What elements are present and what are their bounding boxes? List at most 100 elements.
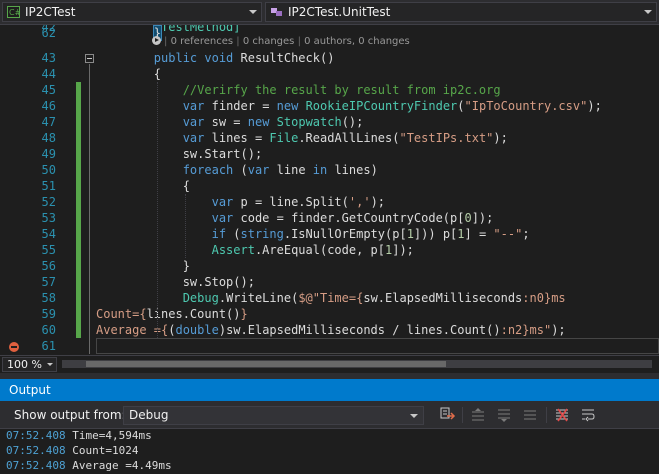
code-line[interactable]: 45 //Verirfy the result by result from i… bbox=[0, 82, 659, 98]
code-line[interactable]: 44 { bbox=[0, 66, 659, 82]
code-token: var bbox=[182, 115, 205, 129]
code-text: var sw = new Stopwatch(); bbox=[96, 114, 364, 130]
code-token: ); bbox=[551, 323, 566, 337]
code-token: ',' bbox=[348, 195, 371, 209]
code-token: Debug bbox=[182, 291, 219, 305]
code-token: code = finder.GetCountryCode(p[ bbox=[233, 211, 465, 225]
code-token: var bbox=[182, 131, 205, 145]
output-toolbar: Show output from: Debug bbox=[0, 401, 659, 429]
code-text: var p = line.Split(','); bbox=[96, 194, 385, 210]
code-token: double bbox=[175, 323, 219, 337]
clear-all-icon[interactable] bbox=[554, 407, 570, 423]
codelens-changes[interactable]: 0 changes bbox=[243, 36, 295, 47]
editor-status-row: 100 % bbox=[0, 355, 659, 373]
code-text: sw.Stop(); bbox=[96, 274, 255, 290]
code-token: ); bbox=[493, 131, 508, 145]
code-token: lines) bbox=[327, 163, 378, 177]
code-line[interactable]: 48 var lines = File.ReadAllLines("TestIP… bbox=[0, 130, 659, 146]
code-token: } bbox=[240, 307, 248, 321]
code-line[interactable]: 47 var sw = new Stopwatch(); bbox=[0, 114, 659, 130]
code-token: :n2}ms" bbox=[500, 323, 552, 337]
class-dropdown[interactable]: IP2CTest.UnitTest bbox=[265, 2, 657, 22]
code-token: ; bbox=[522, 227, 530, 241]
code-editor[interactable]: 42 [TestMethod] 43 public void ResultChec… bbox=[0, 25, 659, 355]
codelens-references[interactable]: 0 references bbox=[171, 36, 234, 47]
output-source-select[interactable]: Debug bbox=[123, 406, 424, 425]
code-line[interactable]: 51 { bbox=[0, 178, 659, 194]
collapse-icon[interactable] bbox=[85, 54, 94, 63]
code-token: ); bbox=[587, 99, 602, 113]
changed-line-marker bbox=[76, 258, 81, 274]
run-test-icon[interactable] bbox=[152, 36, 161, 45]
code-token: var bbox=[247, 163, 270, 177]
output-line: 07:52.408 Count=1024 bbox=[6, 444, 138, 458]
changed-line-marker bbox=[76, 194, 81, 210]
code-token: ( bbox=[457, 99, 465, 113]
chevron-down-icon bbox=[47, 363, 53, 366]
code-token: :n0}ms bbox=[522, 291, 566, 305]
code-line[interactable]: 60 Average ={(double)sw.ElapsedMillisecon… bbox=[0, 322, 659, 338]
horizontal-scrollbar[interactable] bbox=[62, 360, 652, 368]
chevron-down-icon bbox=[644, 10, 652, 14]
code-token: sw.ElapsedMilliseconds bbox=[363, 291, 523, 305]
code-token: ( bbox=[226, 227, 241, 241]
find-message-in-code-icon[interactable] bbox=[440, 407, 456, 423]
code-line[interactable]: 50 foreach (var line in lines) bbox=[0, 162, 659, 178]
code-token: in bbox=[312, 163, 328, 177]
changed-line-marker bbox=[76, 130, 81, 146]
code-token: "--" bbox=[493, 227, 523, 241]
code-line[interactable]: 49 sw.Start(); bbox=[0, 146, 659, 162]
code-token: line bbox=[269, 163, 313, 177]
go-to-next-message-icon[interactable] bbox=[496, 407, 512, 423]
project-dropdown[interactable]: C# IP2CTest bbox=[2, 2, 262, 22]
code-token: File bbox=[269, 131, 299, 145]
code-line[interactable]: 43 public void ResultCheck() bbox=[0, 50, 659, 66]
code-line[interactable]: 57 sw.Stop(); bbox=[0, 274, 659, 290]
code-token: .AreEqual(code, p[ bbox=[254, 243, 385, 257]
output-source-value: Debug bbox=[129, 408, 169, 422]
output-line: 07:52.408 Time=4,594ms bbox=[6, 429, 152, 443]
changed-line-marker bbox=[76, 162, 81, 178]
code-token: var bbox=[182, 99, 205, 113]
go-to-line-icon[interactable] bbox=[522, 407, 538, 423]
code-text: var code = finder.GetCountryCode(p[0]); bbox=[96, 210, 494, 226]
code-token: sw.Stop(); bbox=[96, 275, 255, 289]
output-message: Time=4,594ms bbox=[72, 429, 152, 442]
line-number: 45 bbox=[41, 83, 56, 97]
codelens-authors[interactable]: 0 authors, 0 changes bbox=[304, 36, 410, 47]
code-line[interactable]: 56 } bbox=[0, 258, 659, 274]
code-token: string bbox=[240, 227, 284, 241]
code-line[interactable]: 54 if (string.IsNullOrEmpty(p[1])) p[1] … bbox=[0, 226, 659, 242]
code-line[interactable]: 59 Count={lines.Count()} bbox=[0, 306, 659, 322]
code-token: p = line.Split( bbox=[233, 195, 349, 209]
line-number: 59 bbox=[41, 307, 56, 321]
scrollbar-thumb[interactable] bbox=[86, 361, 446, 367]
code-text: Debug.WriteLine($@"Time={sw.ElapsedMilli… bbox=[96, 290, 566, 306]
changed-line-marker bbox=[76, 146, 81, 162]
code-line[interactable]: 58 Debug.WriteLine($@"Time={sw.ElapsedMi… bbox=[0, 290, 659, 306]
changed-line-marker bbox=[76, 322, 81, 338]
go-to-previous-message-icon[interactable] bbox=[470, 407, 486, 423]
code-line[interactable]: 46 var finder = new RookieIPCountryFinde… bbox=[0, 98, 659, 114]
code-token: { bbox=[96, 67, 162, 81]
breakpoint-icon[interactable] bbox=[9, 342, 19, 352]
code-line[interactable]: 52 var p = line.Split(','); bbox=[0, 194, 659, 210]
output-text-area[interactable]: 07:52.408 Time=4,594ms 07:52.408 Count=10… bbox=[0, 429, 659, 474]
line-number: 56 bbox=[41, 259, 56, 273]
code-line[interactable]: 53 var code = finder.GetCountryCode(p[0]… bbox=[0, 210, 659, 226]
code-text: public void ResultCheck() bbox=[96, 50, 335, 66]
code-token: finder = bbox=[204, 99, 277, 113]
toggle-word-wrap-icon[interactable] bbox=[580, 407, 596, 423]
code-line[interactable]: 55 Assert.AreEqual(code, p[1]); bbox=[0, 242, 659, 258]
changed-line-marker bbox=[76, 210, 81, 226]
code-token: sw = bbox=[204, 115, 248, 129]
chevron-down-icon bbox=[249, 10, 257, 14]
code-token: if bbox=[211, 227, 227, 241]
output-message: Count=1024 bbox=[72, 444, 139, 457]
code-token: ]); bbox=[471, 211, 494, 225]
code-token: { bbox=[96, 179, 190, 193]
zoom-dropdown[interactable]: 100 % bbox=[2, 357, 57, 372]
